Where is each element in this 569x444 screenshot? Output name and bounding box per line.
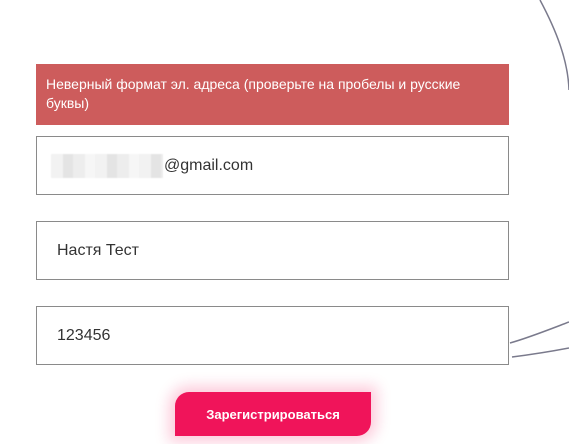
password-field-value: 123456 (57, 326, 111, 344)
email-redacted-part (51, 153, 163, 178)
registration-form-area: Неверный формат эл. адреса (проверьте на… (0, 0, 569, 444)
password-field[interactable]: 123456 (36, 306, 509, 365)
name-field-value: Настя Тест (57, 241, 139, 259)
email-field-value: @gmail.com (164, 156, 254, 174)
email-error-message: Неверный формат эл. адреса (проверьте на… (46, 76, 461, 111)
name-field[interactable]: Настя Тест (36, 221, 509, 280)
email-field[interactable]: @gmail.com (36, 136, 509, 195)
register-button[interactable]: Зарегистрироваться (175, 392, 371, 436)
email-error-banner: Неверный формат эл. адреса (проверьте на… (36, 64, 509, 125)
